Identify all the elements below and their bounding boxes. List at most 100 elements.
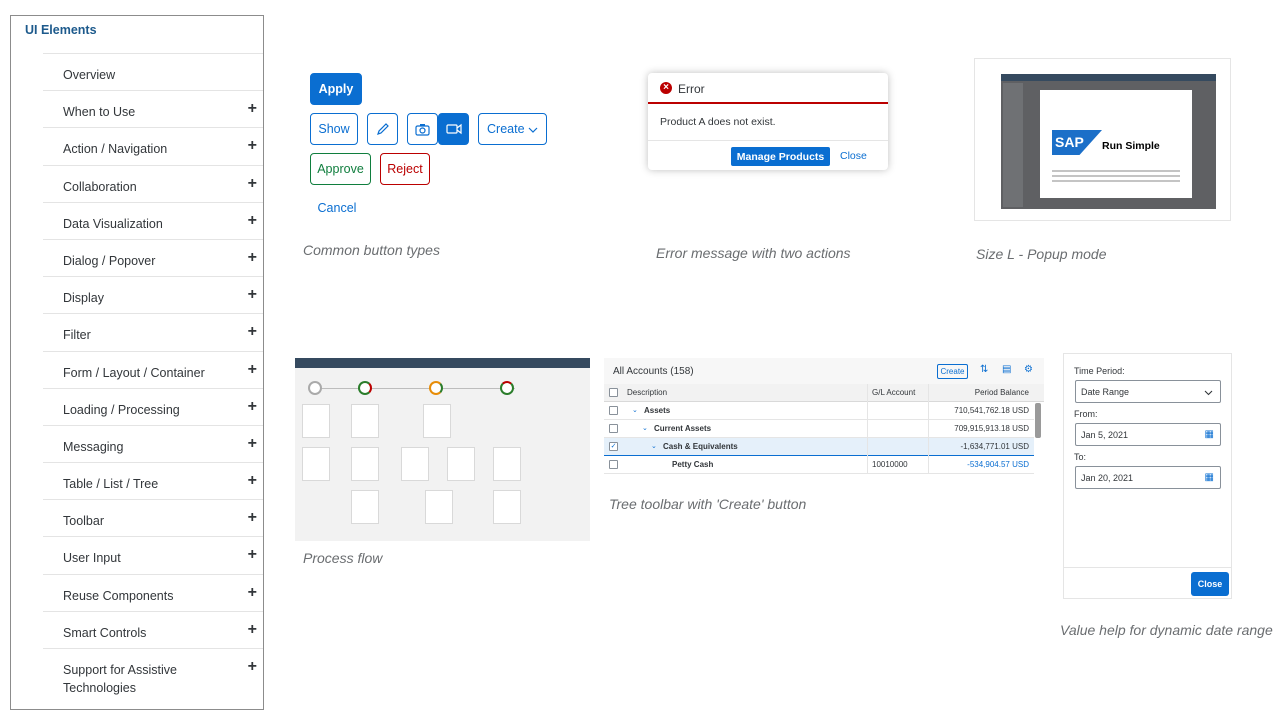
row-checkbox-checked[interactable]: ✓ [609, 442, 618, 451]
sidebar-item-label: Smart Controls [63, 625, 147, 640]
collapse-chevron-icon[interactable]: ⌄ [642, 424, 648, 432]
manage-products-button[interactable]: Manage Products [731, 147, 830, 166]
sap-logo: SAP [1052, 130, 1102, 155]
lane-connector [315, 388, 515, 389]
from-date-input[interactable]: Jan 5, 2021 ▦ [1075, 423, 1221, 446]
shell-bar [295, 358, 590, 368]
camera-button[interactable] [407, 113, 438, 145]
video-button[interactable] [438, 113, 469, 145]
expand-plus-icon[interactable]: + [248, 435, 257, 453]
calendar-icon[interactable]: ▦ [1205, 429, 1214, 440]
time-period-select[interactable]: Date Range [1075, 380, 1221, 403]
row-checkbox[interactable] [609, 460, 618, 469]
error-dialog: × Error Product A does not exist. Manage… [648, 73, 888, 170]
expand-plus-icon[interactable]: + [248, 621, 257, 639]
row-description: Cash & Equivalents [663, 442, 738, 451]
flow-node [351, 447, 379, 481]
popup-tagline: Run Simple [1102, 140, 1160, 152]
sort-icon[interactable]: ⇅ [980, 364, 988, 375]
expand-plus-icon[interactable]: + [248, 175, 257, 193]
sidebar-item-display[interactable]: Display + [43, 277, 263, 315]
expand-plus-icon[interactable]: + [248, 546, 257, 564]
sidebar-item-filter[interactable]: Filter + [43, 314, 263, 352]
time-period-label: Time Period: [1074, 366, 1125, 376]
expand-plus-icon[interactable]: + [248, 361, 257, 379]
flow-node [401, 447, 429, 481]
sidebar-item-label: Table / List / Tree [63, 477, 159, 492]
column-gl-account[interactable]: G/L Account [872, 388, 915, 397]
flow-node [351, 490, 379, 524]
expand-plus-icon[interactable]: + [248, 100, 257, 118]
row-checkbox[interactable] [609, 406, 618, 415]
column-divider [928, 420, 929, 438]
create-button[interactable]: Create [937, 364, 968, 379]
process-flow-caption: Process flow [303, 550, 383, 566]
sidebar-item-toolbar[interactable]: Toolbar + [43, 500, 263, 538]
column-divider [928, 402, 929, 420]
tree-row[interactable]: ⌄ Assets 710,541,762.18 USD [604, 402, 1034, 420]
select-all-checkbox[interactable] [609, 388, 618, 397]
sidebar-item-messaging[interactable]: Messaging + [43, 426, 263, 464]
reject-button[interactable]: Reject [380, 153, 430, 185]
sidebar-item-table-list-tree[interactable]: Table / List / Tree + [43, 463, 263, 501]
close-button[interactable]: Close [840, 150, 867, 162]
sidebar-item-user-input[interactable]: User Input + [43, 537, 263, 575]
sidebar-title[interactable]: UI Elements [25, 23, 97, 37]
sidebar-item-loading-processing[interactable]: Loading / Processing + [43, 389, 263, 426]
sidebar-item-label: Action / Navigation [63, 142, 168, 157]
show-button[interactable]: Show [310, 113, 358, 145]
flow-node [493, 447, 521, 481]
expand-plus-icon[interactable]: + [248, 323, 257, 341]
lane-header-icon [429, 381, 443, 395]
sidebar-item-when-to-use[interactable]: When to Use + [43, 91, 263, 129]
expand-plus-icon[interactable]: + [248, 509, 257, 527]
to-date-input[interactable]: Jan 20, 2021 ▦ [1075, 466, 1221, 489]
time-period-value: Date Range [1081, 387, 1130, 397]
group-icon[interactable]: ▤ [1002, 364, 1011, 375]
expand-plus-icon[interactable]: + [248, 398, 257, 416]
expand-plus-icon[interactable]: + [248, 137, 257, 155]
create-menu-button[interactable]: Create [478, 113, 547, 145]
sidebar-item-dialog-popover[interactable]: Dialog / Popover + [43, 240, 263, 278]
column-divider [867, 402, 868, 420]
vertical-scrollbar[interactable] [1035, 403, 1041, 438]
date-range-caption: Value help for dynamic date range [1060, 622, 1273, 638]
process-flow-thumbnail [295, 358, 590, 541]
row-checkbox[interactable] [609, 424, 618, 433]
settings-gear-icon[interactable]: ⚙ [1024, 364, 1033, 375]
expand-plus-icon[interactable]: + [248, 286, 257, 304]
flow-node [493, 490, 521, 524]
close-button[interactable]: Close [1191, 572, 1229, 596]
expand-plus-icon[interactable]: + [248, 584, 257, 602]
apply-button[interactable]: Apply [310, 73, 362, 105]
tree-toolbar: All Accounts (158) Create ⇅ ▤ ⚙ [604, 358, 1044, 384]
sidebar-item-action-navigation[interactable]: Action / Navigation + [43, 128, 263, 166]
tree-row[interactable]: ⌄ Current Assets 709,915,913.18 USD [604, 420, 1034, 438]
approve-button[interactable]: Approve [310, 153, 371, 185]
collapse-chevron-icon[interactable]: ⌄ [632, 406, 638, 414]
expand-plus-icon[interactable]: + [248, 249, 257, 267]
calendar-icon[interactable]: ▦ [1205, 472, 1214, 483]
column-description[interactable]: Description [627, 388, 667, 397]
sidebar-item-label: Display [63, 291, 104, 306]
create-menu-label: Create [487, 122, 525, 136]
error-icon: × [660, 82, 672, 94]
sidebar-item-data-visualization[interactable]: Data Visualization + [43, 203, 263, 240]
sidebar-item-form-layout-container[interactable]: Form / Layout / Container + [43, 352, 263, 389]
column-period-balance[interactable]: Period Balance [975, 388, 1029, 397]
sidebar-item-smart-controls[interactable]: Smart Controls + [43, 612, 263, 649]
cancel-button[interactable]: Cancel [310, 192, 364, 224]
sidebar-item-reuse-components[interactable]: Reuse Components + [43, 575, 263, 612]
tree-row-selected[interactable]: ✓ ⌄ Cash & Equivalents -1,634,771.01 USD [604, 438, 1034, 456]
sidebar-item-assistive-technologies[interactable]: Support for Assistive Technologies + [43, 649, 263, 707]
expand-plus-icon[interactable]: + [248, 212, 257, 230]
chevron-down-icon [1204, 390, 1213, 396]
sidebar-item-label: Filter [63, 328, 91, 343]
sidebar-item-overview[interactable]: Overview [43, 54, 263, 92]
tree-row[interactable]: Petty Cash 10010000 -534,904.57 USD [604, 456, 1034, 474]
collapse-chevron-icon[interactable]: ⌄ [651, 442, 657, 450]
sidebar-item-collaboration[interactable]: Collaboration + [43, 166, 263, 203]
expand-plus-icon[interactable]: + [248, 658, 257, 676]
expand-plus-icon[interactable]: + [248, 472, 257, 490]
edit-button[interactable] [367, 113, 398, 145]
